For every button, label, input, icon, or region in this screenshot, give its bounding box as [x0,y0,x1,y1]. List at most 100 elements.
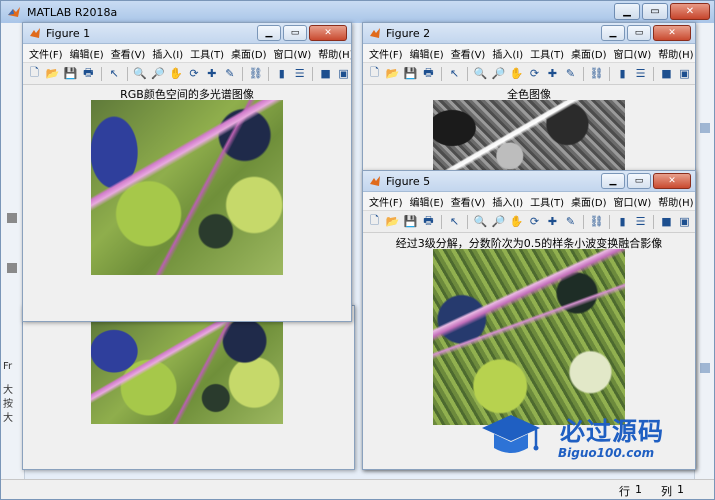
main-minimize-button[interactable]: ▁ [614,3,640,20]
print-icon[interactable]: 🖶 [421,66,436,81]
menu-desktop[interactable]: 桌面(D) [571,194,607,209]
zoom-in-icon[interactable]: 🔍 [473,214,488,229]
main-title-bar[interactable]: MATLAB R2018a [1,1,714,23]
zoom-in-icon[interactable]: 🔍 [473,66,488,81]
colorbar-icon[interactable]: ▮ [615,66,630,81]
figure-5-toolbar: 🗋 📂 💾 🖶 ↖ 🔍 🔎 ✋ ⟳ ✚ ✎ ⛓ ▮ ☰ ■ ▣ [363,211,695,233]
menu-insert[interactable]: 插入(I) [492,46,523,61]
open-folder-icon[interactable]: 📂 [385,66,400,81]
new-file-icon[interactable]: 🗋 [27,66,42,81]
pan-icon[interactable]: ✋ [509,214,524,229]
new-file-icon[interactable]: 🗋 [367,66,382,81]
legend-icon[interactable]: ☰ [633,66,648,81]
figure-5-menubar: 文件(F) 编辑(E) 查看(V) 插入(I) 工具(T) 桌面(D) 窗口(W… [363,192,695,211]
menu-help[interactable]: 帮助(H) [658,46,693,61]
pointer-icon[interactable]: ↖ [107,66,122,81]
menu-view[interactable]: 查看(V) [111,46,146,61]
close-button[interactable]: ✕ [309,25,347,41]
panel-marker-icon [700,363,710,373]
pan-icon[interactable]: ✋ [169,66,184,81]
menu-window[interactable]: 窗口(W) [274,46,312,61]
main-close-button[interactable]: ✕ [670,3,710,20]
menu-tools[interactable]: 工具(T) [530,194,564,209]
print-icon[interactable]: 🖶 [81,66,96,81]
main-maximize-button[interactable]: ▭ [642,3,668,20]
menu-desktop[interactable]: 桌面(D) [231,46,267,61]
pointer-icon[interactable]: ↖ [447,66,462,81]
colorbar-icon[interactable]: ▮ [274,66,289,81]
figure-1-title: Figure 1 [46,26,91,40]
close-button[interactable]: ✕ [653,173,691,189]
data-cursor-icon[interactable]: ✚ [545,66,560,81]
zoom-out-icon[interactable]: 🔎 [491,214,506,229]
rotate-icon[interactable]: ⟳ [187,66,202,81]
menu-edit[interactable]: 编辑(E) [410,194,444,209]
minimize-button[interactable]: ▁ [601,173,625,189]
rotate-icon[interactable]: ⟳ [527,66,542,81]
figure-2-toolbar: 🗋 📂 💾 🖶 ↖ 🔍 🔎 ✋ ⟳ ✚ ✎ ⛓ ▮ ☰ ■ ▣ [363,63,695,85]
status-row-label: 行 [619,485,630,498]
menu-edit[interactable]: 编辑(E) [70,46,104,61]
link-icon[interactable]: ⛓ [589,66,604,81]
menu-insert[interactable]: 插入(I) [492,194,523,209]
figure-5-controls: ▁ ▭ ✕ [601,173,691,189]
menu-file[interactable]: 文件(F) [369,46,403,61]
menu-tools[interactable]: 工具(T) [190,46,224,61]
menu-view[interactable]: 查看(V) [451,46,486,61]
graduation-cap-icon [482,415,540,453]
data-cursor-icon[interactable]: ✚ [204,66,219,81]
colorbar-icon[interactable]: ▮ [615,214,630,229]
panel-marker-icon [7,263,17,273]
rotate-icon[interactable]: ⟳ [527,214,542,229]
legend-icon[interactable]: ☰ [292,66,307,81]
link-icon[interactable]: ⛓ [248,66,263,81]
show-plot-tools-icon[interactable]: ▣ [677,214,692,229]
left-strip-text: Fr [3,361,13,372]
brush-icon[interactable]: ✎ [563,214,578,229]
save-icon[interactable]: 💾 [403,66,418,81]
menu-file[interactable]: 文件(F) [369,194,403,209]
hide-plot-tools-icon[interactable]: ■ [318,66,333,81]
zoom-in-icon[interactable]: 🔍 [133,66,148,81]
link-icon[interactable]: ⛓ [589,214,604,229]
menu-window[interactable]: 窗口(W) [614,46,652,61]
menu-help[interactable]: 帮助(H) [318,46,351,61]
brush-icon[interactable]: ✎ [563,66,578,81]
open-folder-icon[interactable]: 📂 [385,214,400,229]
hide-plot-tools-icon[interactable]: ■ [659,214,674,229]
menu-edit[interactable]: 编辑(E) [410,46,444,61]
menu-view[interactable]: 查看(V) [451,194,486,209]
menu-insert[interactable]: 插入(I) [152,46,183,61]
maximize-button[interactable]: ▭ [627,25,651,41]
minimize-button[interactable]: ▁ [257,25,281,41]
maximize-button[interactable]: ▭ [627,173,651,189]
hide-plot-tools-icon[interactable]: ■ [659,66,674,81]
open-folder-icon[interactable]: 📂 [45,66,60,81]
show-plot-tools-icon[interactable]: ▣ [336,66,351,81]
show-plot-tools-icon[interactable]: ▣ [677,66,692,81]
figure-2-controls: ▁ ▭ ✕ [601,25,691,41]
legend-icon[interactable]: ☰ [633,214,648,229]
save-icon[interactable]: 💾 [63,66,78,81]
menu-tools[interactable]: 工具(T) [530,46,564,61]
zoom-out-icon[interactable]: 🔎 [151,66,166,81]
close-button[interactable]: ✕ [653,25,691,41]
menu-window[interactable]: 窗口(W) [614,194,652,209]
minimize-button[interactable]: ▁ [601,25,625,41]
pointer-icon[interactable]: ↖ [447,214,462,229]
brush-icon[interactable]: ✎ [222,66,237,81]
left-strip-text: 大 [3,413,13,424]
data-cursor-icon[interactable]: ✚ [545,214,560,229]
pan-icon[interactable]: ✋ [509,66,524,81]
maximize-button[interactable]: ▭ [283,25,307,41]
menu-desktop[interactable]: 桌面(D) [571,46,607,61]
print-icon[interactable]: 🖶 [421,214,436,229]
panel-marker-icon [7,213,17,223]
figure-icon [30,28,40,38]
left-strip-text: 按 [3,399,13,410]
menu-help[interactable]: 帮助(H) [658,194,693,209]
new-file-icon[interactable]: 🗋 [367,214,382,229]
save-icon[interactable]: 💾 [403,214,418,229]
menu-file[interactable]: 文件(F) [29,46,63,61]
zoom-out-icon[interactable]: 🔎 [491,66,506,81]
